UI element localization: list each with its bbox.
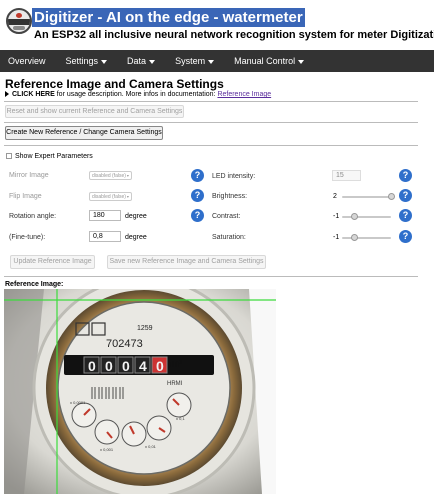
meter-model: 1259 [137,325,153,332]
help-icon[interactable]: ? [399,189,412,202]
meter-scale: x 0,01 [145,444,157,449]
meter-serial: 702473 [106,338,143,350]
nav-item-system[interactable]: System [167,50,226,72]
reference-image-doc-link[interactable]: Reference Image [217,91,271,98]
chevron-down-icon [149,59,156,64]
divider [4,101,418,102]
app-subtitle: An ESP32 all inclusive neural network re… [34,29,434,41]
help-icon[interactable]: ? [399,169,412,182]
rotation-angle-label: Rotation angle: [9,213,57,220]
chevron-down-icon [101,59,108,64]
reset-settings-button[interactable]: Reset and show current Reference and Cam… [5,105,184,118]
fine-tune-label: (Fine-tune): [9,234,46,241]
nav-item-manual-control[interactable]: Manual Control [226,50,312,72]
help-icon[interactable]: ? [191,169,204,182]
meter-unit: m³ [170,359,183,370]
divider [4,145,418,146]
create-reference-button[interactable]: Create New Reference / Change Camera Set… [5,126,163,140]
update-reference-button[interactable]: Update Reference Image [10,255,95,269]
expert-checkbox[interactable] [6,153,12,160]
help-line: CLICK HERE for usage description. More i… [5,91,271,98]
reference-image: 0 0 0 4 0 m³ 702473 1259 HRMI x 0,0001 x… [4,289,276,494]
page-title: Reference Image and Camera Settings [5,77,224,91]
brightness-label: Brightness: [212,193,248,200]
rotation-unit: degree [125,213,147,220]
contrast-label: Contrast: [212,213,241,220]
expert-parameters-toggle[interactable]: Show Expert Parameters [6,153,93,160]
chevron-down-icon [298,59,305,64]
meter-digit: 0 [105,358,113,374]
flip-image-select[interactable]: disabled (false)▾ [89,192,132,201]
meter-photo: 0 0 0 4 0 m³ 702473 1259 HRMI x 0,0001 x… [4,289,276,494]
fine-tune-unit: degree [125,234,147,241]
slider-thumb[interactable] [388,193,395,200]
divider [4,122,418,123]
help-icon[interactable]: ? [191,189,204,202]
contrast-value: -1 [333,213,340,220]
led-intensity-label: LED intensity: [212,173,256,180]
help-click-here[interactable]: CLICK HERE [12,91,55,98]
slider-thumb[interactable] [351,234,359,241]
help-icon[interactable]: ? [191,209,204,222]
brightness-value: 2 [333,193,337,200]
meter-digit: 0 [156,358,164,374]
help-icon[interactable]: ? [399,230,412,243]
expand-triangle-icon[interactable] [5,91,9,98]
saturation-slider[interactable] [342,234,391,242]
reference-image-label: Reference Image: [5,281,64,288]
meter-brand: HRMI [167,381,183,387]
logo-icon [6,8,32,34]
meter-scale: x 0,1 [176,416,185,421]
flip-image-label: Flip Image [9,193,42,200]
meter-digit: 4 [139,358,147,374]
mirror-image-select[interactable]: disabled (false)▾ [89,171,132,180]
app-title: Digitizer - AI on the edge - watermeter [32,8,305,27]
fine-tune-input[interactable]: 0,8 [89,231,121,242]
meter-scale: x 0,001 [100,447,114,452]
rotation-angle-input[interactable]: 180 [89,210,121,221]
contrast-slider[interactable] [342,213,391,221]
chevron-down-icon [208,59,215,64]
nav-item-settings[interactable]: Settings [58,50,120,72]
meter-digit: 0 [88,358,96,374]
save-settings-button[interactable]: Save new Reference Image and Camera Sett… [107,255,266,269]
slider-thumb[interactable] [351,213,359,220]
saturation-label: Saturation: [212,234,246,241]
brightness-slider[interactable] [342,193,395,201]
divider [4,276,418,277]
mirror-image-label: Mirror Image [9,172,49,179]
help-icon[interactable]: ? [399,209,412,222]
page-header: Digitizer - AI on the edge - watermeter … [4,6,434,46]
nav-item-data[interactable]: Data [119,50,167,72]
saturation-value: -1 [333,234,340,241]
meter-scale: x 0,0001 [70,400,86,405]
nav-item-overview[interactable]: Overview [0,50,58,72]
led-intensity-input[interactable]: 15 [332,170,361,181]
main-navbar: Overview Settings Data System Manual Con… [0,50,434,72]
meter-digit: 0 [122,358,130,374]
